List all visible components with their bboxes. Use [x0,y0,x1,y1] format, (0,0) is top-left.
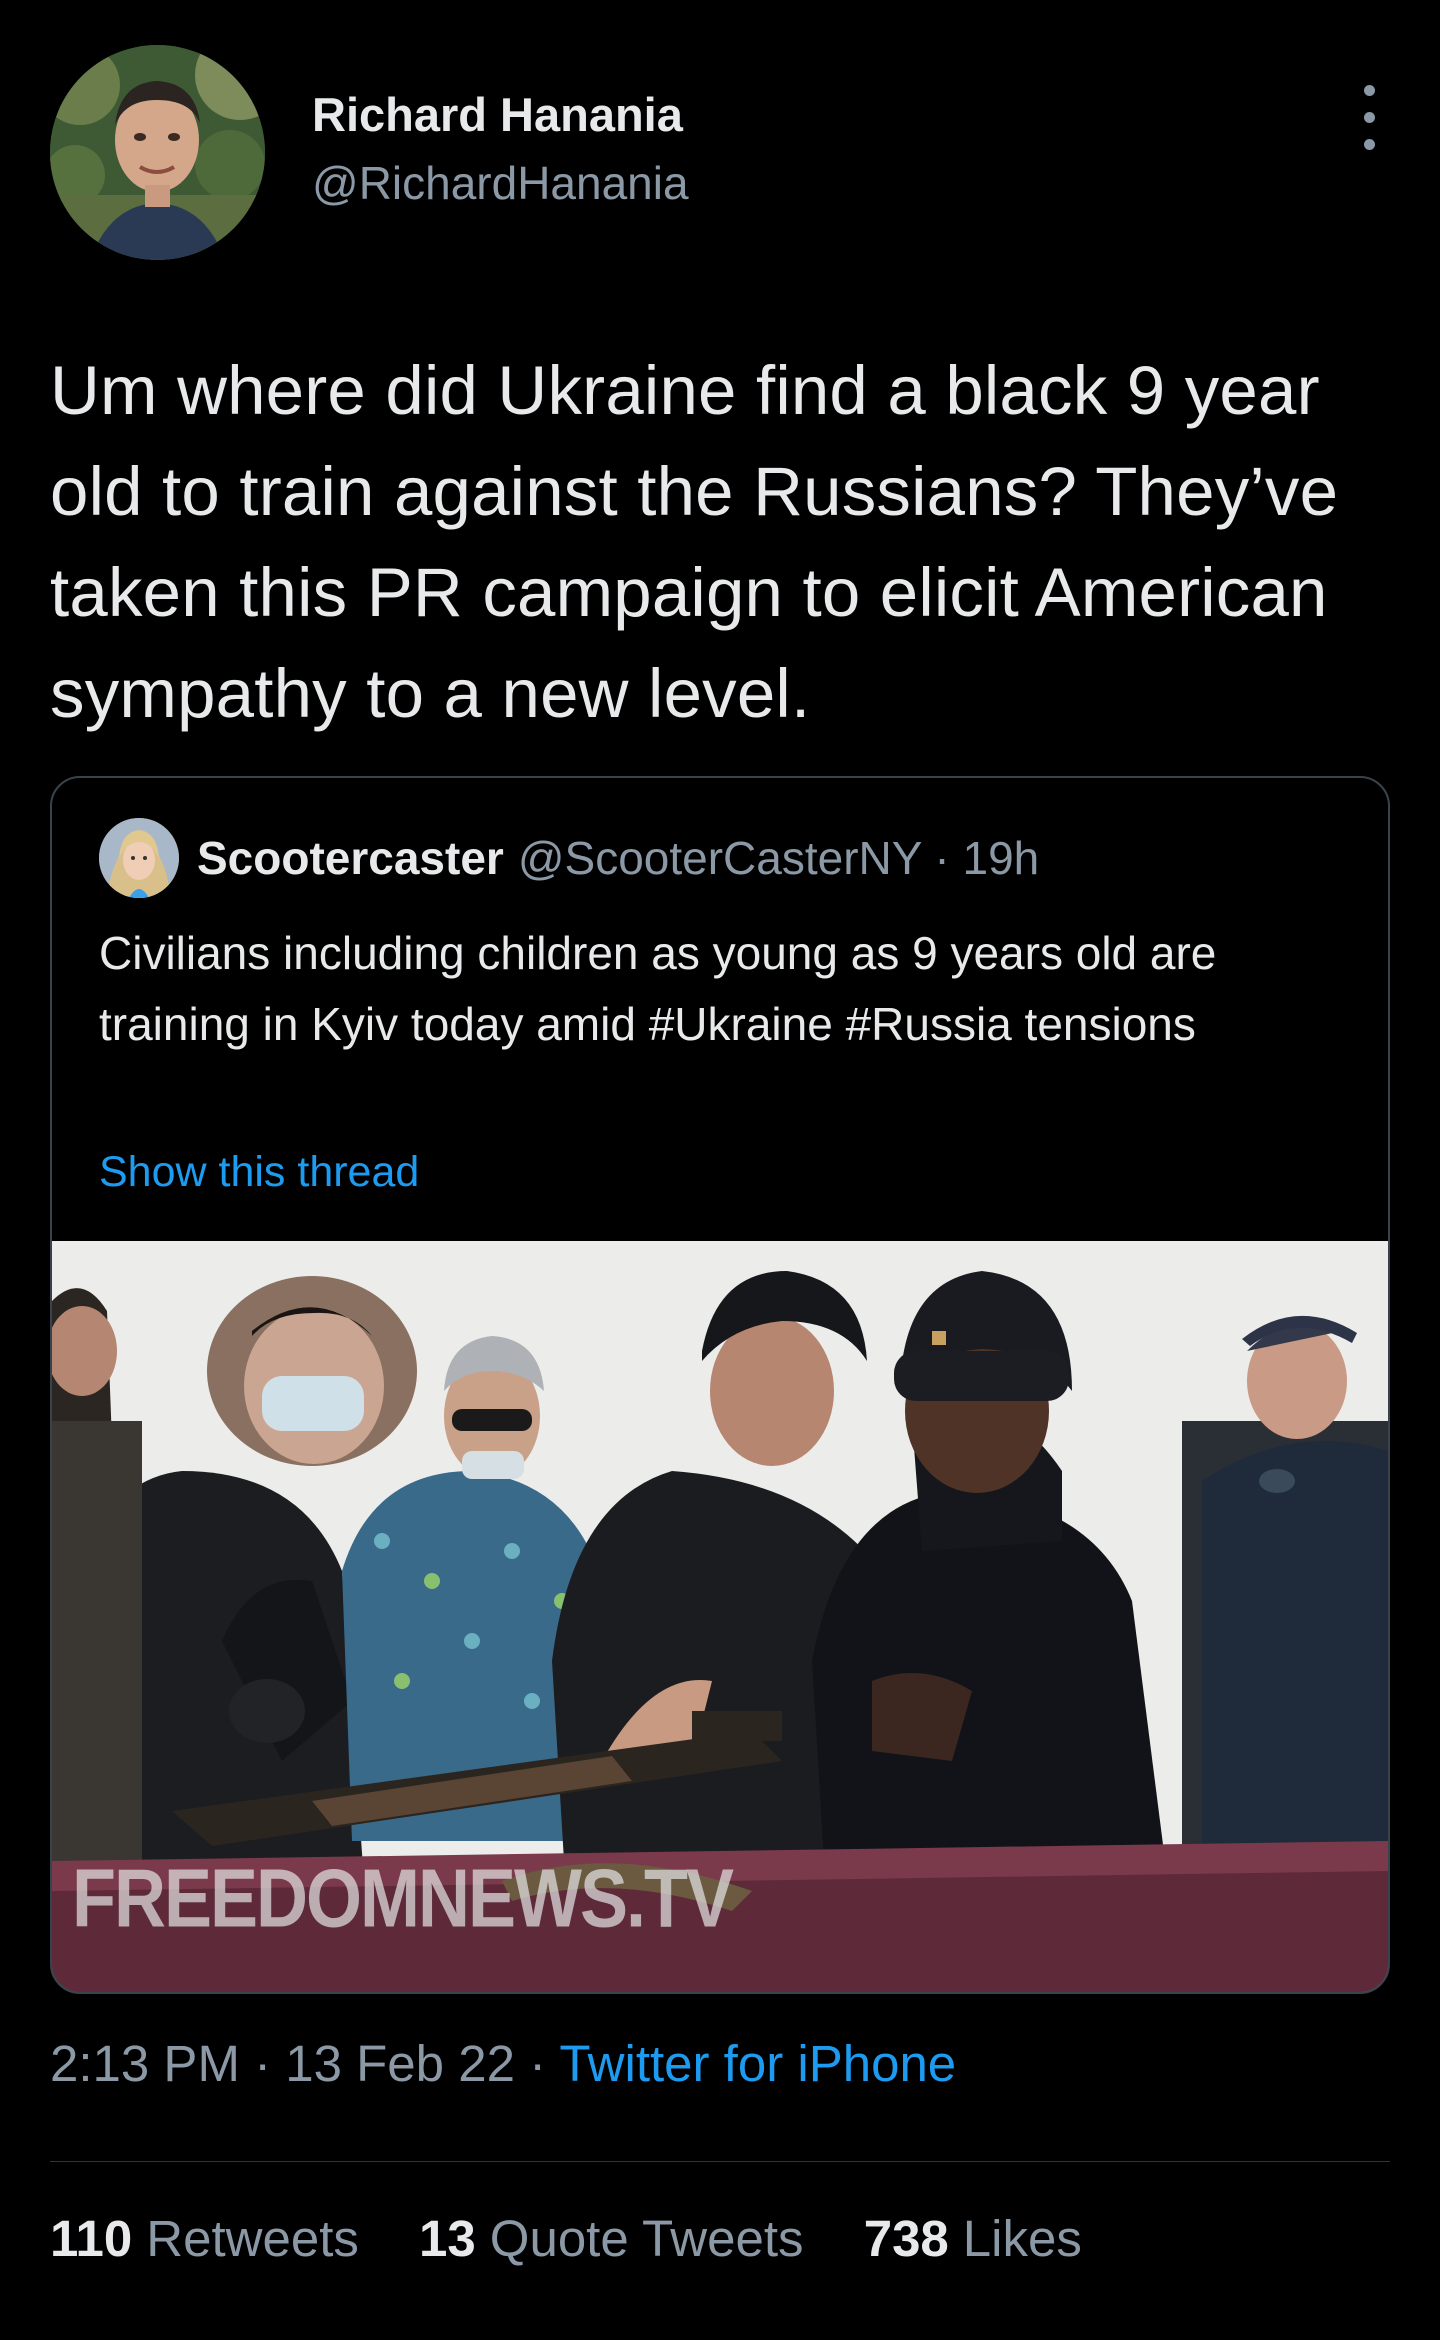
tweet-text: Um where did Ukraine find a black 9 year… [50,352,1339,732]
media-watermark: FREEDOMNEWS.TV [72,1852,734,1945]
tweet-source-link[interactable]: Twitter for iPhone [559,2035,956,2092]
quoted-handle-time: @ScooterCasterNY · 19h [517,832,1040,884]
tweet: Richard Hanania @RichardHanania Um where… [50,45,1390,2274]
quote-tweets-label: Quote Tweets [489,2210,804,2267]
show-thread-link[interactable]: Show this thread [99,1148,419,1197]
quoted-author-avatar[interactable] [99,818,179,898]
author-avatar[interactable] [50,45,265,260]
quoted-tweet-card[interactable]: Scootercaster @ScooterCasterNY · 19h Civ… [50,776,1390,1994]
quoted-media-image[interactable]: FREEDOMNEWS.TV [52,1241,1388,1992]
author-names: Richard Hanania @RichardHanania [312,85,689,213]
author-display-name[interactable]: Richard Hanania [312,85,689,145]
likes-count: 738 [863,2210,949,2267]
tweet-meta: 2:13 PM · 13 Feb 22 · Twitter for iPhone [50,2029,1390,2099]
likes-label: Likes [962,2210,1082,2267]
quoted-tweet-header: Scootercaster @ScooterCasterNY · 19h [99,818,1039,898]
quote-tweets-count: 13 [419,2210,476,2267]
stats-divider [50,2161,1390,2162]
tweet-timestamp[interactable]: 2:13 PM · 13 Feb 22 · [50,2035,559,2092]
tweet-stats: 110 Retweets 13 Quote Tweets 738 Likes [50,2204,1390,2274]
author-handle[interactable]: @RichardHanania [312,153,689,213]
tweet-header: Richard Hanania @RichardHanania [50,45,1390,260]
more-vertical-icon[interactable] [1350,85,1390,155]
quoted-tweet-text: Civilians including children as young as… [99,927,1217,1050]
quote-tweets-stat[interactable]: 13 Quote Tweets [419,2204,803,2274]
retweets-count: 110 [50,2210,133,2267]
retweets-stat[interactable]: 110 Retweets [50,2204,359,2274]
likes-stat[interactable]: 738 Likes [864,2204,1082,2274]
quoted-avatar-image [99,818,179,898]
retweets-label: Retweets [146,2210,359,2267]
quoted-display-name[interactable]: Scootercaster [197,831,504,885]
user-avatar-image [50,45,265,260]
